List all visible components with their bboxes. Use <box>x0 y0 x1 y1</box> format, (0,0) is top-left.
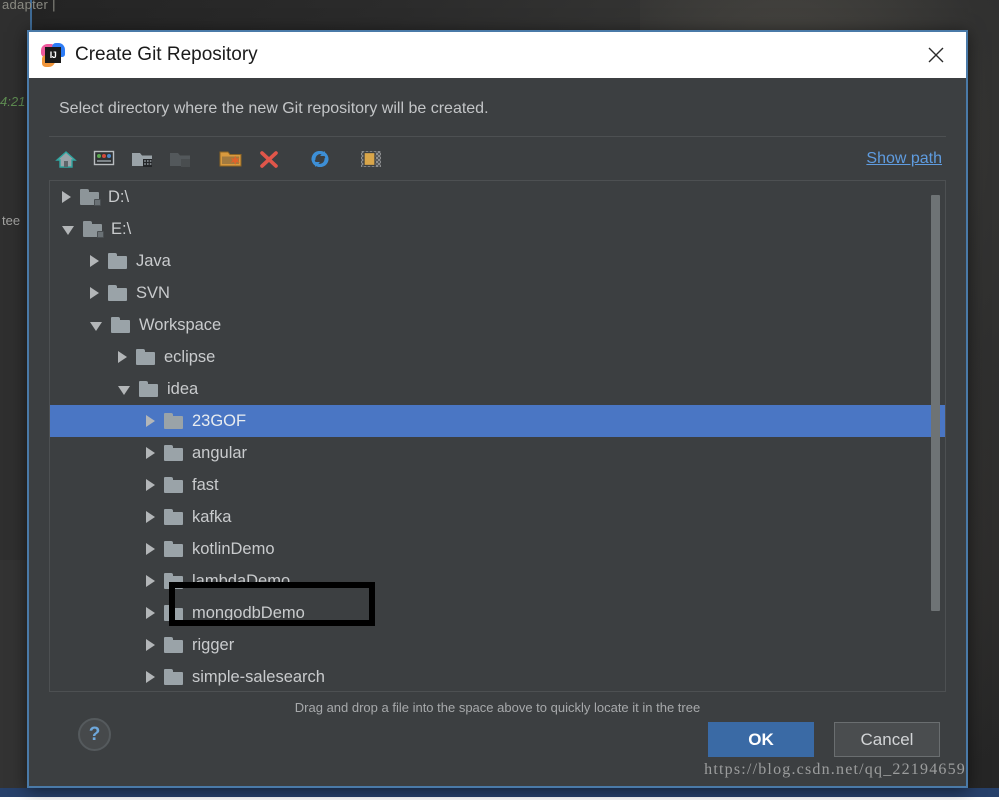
chevron-down-icon[interactable] <box>62 226 74 235</box>
tree-row[interactable]: simple-salesearch <box>50 661 945 691</box>
folder-icon <box>164 541 184 557</box>
tree-row-label: fast <box>192 476 219 495</box>
folder-icon <box>164 573 184 589</box>
folder-icon <box>108 253 128 269</box>
tree-row-label: kotlinDemo <box>192 540 275 559</box>
tree-row-label: kafka <box>192 508 231 527</box>
module-folder-icon <box>163 144 197 174</box>
chevron-right-icon[interactable] <box>90 287 99 299</box>
tree-row[interactable]: mongodbDemo <box>50 597 945 629</box>
tree-scrollbar[interactable] <box>932 181 943 691</box>
chevron-right-icon[interactable] <box>62 191 71 203</box>
tree-row-label: eclipse <box>164 348 215 367</box>
chevron-right-icon[interactable] <box>146 639 155 651</box>
folder-icon <box>164 605 184 621</box>
background-green-text: 4:21 <box>0 94 25 109</box>
chevron-right-icon[interactable] <box>146 543 155 555</box>
chevron-right-icon[interactable] <box>146 479 155 491</box>
tree-viewport: D:\ E:\ Java SVN Workspace eclipse idea 23GOF an… <box>50 181 945 691</box>
chevron-right-icon[interactable] <box>118 351 127 363</box>
tree-row[interactable]: SVN <box>50 277 945 309</box>
chevron-right-icon[interactable] <box>90 255 99 267</box>
tree-row-label: 23GOF <box>192 412 246 431</box>
intellij-idea-icon-label: IJ <box>45 47 61 63</box>
project-folder-icon[interactable] <box>125 144 159 174</box>
directory-tree[interactable]: D:\ E:\ Java SVN Workspace eclipse idea 23GOF an… <box>49 180 946 692</box>
close-icon[interactable] <box>914 33 958 77</box>
folder-icon <box>164 413 184 429</box>
folder-icon <box>139 381 159 397</box>
drive-folder-icon <box>80 189 100 205</box>
ide-status-bar <box>0 788 999 797</box>
tree-row[interactable]: fast <box>50 469 945 501</box>
dialog-titlebar: IJ Create Git Repository <box>29 32 966 78</box>
background-gray-text: tee <box>2 213 20 228</box>
dialog-footer: ? OK Cancel https://blog.csdn.net/qq_221… <box>29 710 966 786</box>
tree-row-label: mongodbDemo <box>192 604 305 623</box>
tree-row[interactable]: rigger <box>50 629 945 661</box>
tree-row-list: D:\ E:\ Java SVN Workspace eclipse idea 23GOF an… <box>50 181 945 691</box>
tree-row[interactable]: lambdaDemo <box>50 565 945 597</box>
tree-row-label: rigger <box>192 636 234 655</box>
tree-row[interactable]: angular <box>50 437 945 469</box>
folder-icon <box>108 285 128 301</box>
show-path-link[interactable]: Show path <box>866 150 942 168</box>
watermark: https://blog.csdn.net/qq_22194659 <box>704 761 966 779</box>
tree-row-label: E:\ <box>111 220 131 239</box>
tool-window-panel <box>0 560 30 797</box>
tree-row-label: SVN <box>136 284 170 303</box>
tree-row-label: simple-salesearch <box>192 668 325 687</box>
tree-row[interactable]: idea <box>50 373 945 405</box>
tree-row[interactable]: eclipse <box>50 341 945 373</box>
chevron-right-icon[interactable] <box>146 415 155 427</box>
folder-icon <box>164 509 184 525</box>
tree-row[interactable]: kotlinDemo <box>50 533 945 565</box>
tree-row[interactable]: E:\ <box>50 213 945 245</box>
tree-row[interactable]: D:\ <box>50 181 945 213</box>
create-git-repository-dialog: IJ Create Git Repository Select director… <box>27 30 968 788</box>
folder-icon <box>164 477 184 493</box>
chevron-right-icon[interactable] <box>146 511 155 523</box>
file-chooser-toolbar: Show path <box>49 136 946 180</box>
tree-row[interactable]: kafka <box>50 501 945 533</box>
refresh-icon[interactable] <box>303 144 337 174</box>
tree-scrollbar-thumb[interactable] <box>931 195 940 611</box>
folder-icon <box>164 669 184 685</box>
dialog-subtitle: Select directory where the new Git repos… <box>29 78 966 136</box>
tree-row-label: angular <box>192 444 247 463</box>
chevron-down-icon[interactable] <box>90 322 102 331</box>
folder-icon <box>164 445 184 461</box>
chevron-down-icon[interactable] <box>118 386 130 395</box>
tree-container: D:\ E:\ Java SVN Workspace eclipse idea 23GOF an… <box>29 180 966 692</box>
chevron-right-icon[interactable] <box>146 671 155 683</box>
tree-row[interactable]: Workspace <box>50 309 945 341</box>
dialog-title: Create Git Repository <box>75 44 258 66</box>
folder-icon <box>111 317 131 333</box>
new-folder-icon[interactable] <box>214 144 248 174</box>
tree-row-label: idea <box>167 380 198 399</box>
intellij-idea-icon: IJ <box>41 43 65 67</box>
delete-icon[interactable] <box>252 144 286 174</box>
tree-row[interactable]: Java <box>50 245 945 277</box>
cancel-button[interactable]: Cancel <box>834 722 940 757</box>
tree-row[interactable]: 23GOF <box>50 405 945 437</box>
chevron-right-icon[interactable] <box>146 575 155 587</box>
desktop-icon[interactable] <box>87 144 121 174</box>
background-top-text: adapter | <box>2 0 56 12</box>
tree-row-label: Workspace <box>139 316 221 335</box>
help-icon[interactable]: ? <box>78 718 111 751</box>
chevron-right-icon[interactable] <box>146 607 155 619</box>
chevron-right-icon[interactable] <box>146 447 155 459</box>
show-hidden-files-icon[interactable] <box>354 144 388 174</box>
drive-folder-icon <box>83 221 103 237</box>
dialog-button-group: OK Cancel <box>708 722 940 757</box>
tree-row-label: lambdaDemo <box>192 572 290 591</box>
home-icon[interactable] <box>49 144 83 174</box>
folder-icon <box>164 637 184 653</box>
folder-icon <box>136 349 156 365</box>
ok-button[interactable]: OK <box>708 722 814 757</box>
tree-row-label: D:\ <box>108 188 129 207</box>
tree-row-label: Java <box>136 252 171 271</box>
toolbar-container: Show path <box>29 136 966 180</box>
